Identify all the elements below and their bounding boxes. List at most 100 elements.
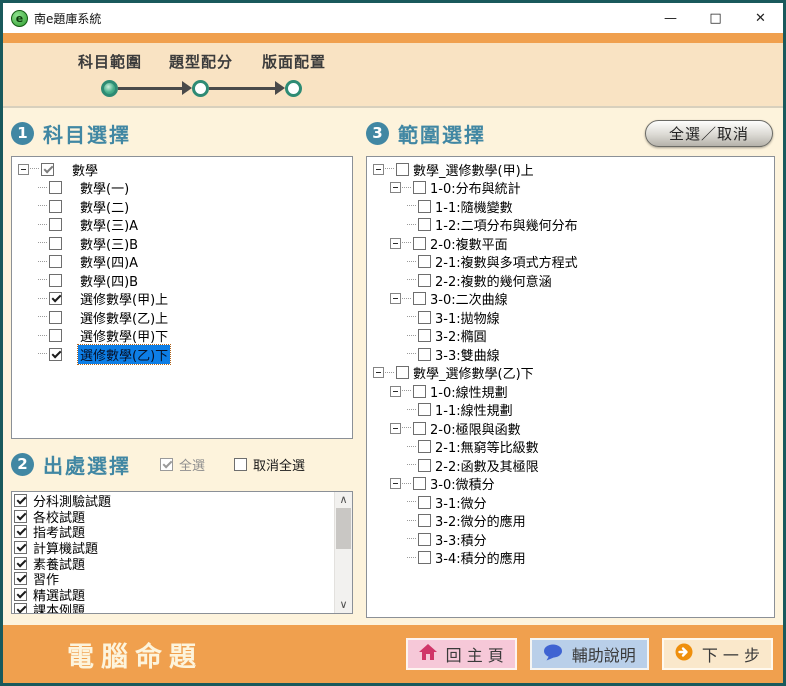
tree-item-label[interactable]: 2-2:函數及其極限 bbox=[433, 456, 541, 475]
select-all-checkbox[interactable]: 全選 bbox=[160, 455, 205, 474]
tree-item[interactable]: 選修數學(乙)下 bbox=[14, 345, 350, 364]
checkbox[interactable] bbox=[418, 440, 431, 453]
checkbox[interactable] bbox=[413, 477, 426, 490]
expander-minus-icon[interactable] bbox=[390, 293, 401, 304]
expander-minus-icon[interactable] bbox=[390, 423, 401, 434]
checkbox[interactable] bbox=[14, 572, 27, 585]
tree-item[interactable]: 3-0:微積分 bbox=[369, 475, 772, 494]
tree-item[interactable]: 3-3:積分 bbox=[369, 530, 772, 549]
checkbox[interactable] bbox=[49, 292, 62, 305]
tree-item-label[interactable]: 數學(二) bbox=[78, 197, 131, 216]
checkbox[interactable] bbox=[49, 218, 62, 231]
tree-item-label[interactable]: 選修數學(乙)上 bbox=[78, 308, 170, 327]
checkbox[interactable] bbox=[418, 348, 431, 361]
scroll-down-icon[interactable]: ∨ bbox=[335, 597, 352, 613]
tree-item-label[interactable]: 3-4:積分的應用 bbox=[433, 548, 528, 567]
tree-item[interactable]: 選修數學(甲)上 bbox=[14, 290, 350, 309]
checkbox[interactable] bbox=[49, 200, 62, 213]
scrollbar-track[interactable] bbox=[335, 508, 352, 597]
checkbox[interactable] bbox=[49, 274, 62, 287]
tree-item[interactable]: 數學(四)B bbox=[14, 271, 350, 290]
tree-item[interactable]: 3-1:拋物線 bbox=[369, 308, 772, 327]
expander-minus-icon[interactable] bbox=[373, 367, 384, 378]
checkbox[interactable] bbox=[49, 311, 62, 324]
help-button[interactable]: 輔助說明 bbox=[530, 638, 649, 670]
deselect-all-checkbox[interactable]: 取消全選 bbox=[234, 455, 305, 474]
checkbox[interactable] bbox=[41, 163, 54, 176]
tree-item[interactable]: 1-2:二項分布與幾何分布 bbox=[369, 216, 772, 235]
tree-item[interactable]: 數學_選修數學(乙)下 bbox=[369, 364, 772, 383]
checkbox[interactable] bbox=[49, 329, 62, 342]
tree-item-label[interactable]: 數學(四)A bbox=[78, 252, 140, 271]
tree-item[interactable]: 3-1:微分 bbox=[369, 493, 772, 512]
tree-item[interactable]: 1-1:線性規劃 bbox=[369, 401, 772, 420]
checkbox[interactable] bbox=[418, 459, 431, 472]
tree-item[interactable]: 數學(二) bbox=[14, 197, 350, 216]
tree-item[interactable]: 選修數學(甲)下 bbox=[14, 327, 350, 346]
tree-item-label[interactable]: 3-0:微積分 bbox=[428, 474, 497, 493]
checkbox[interactable] bbox=[418, 218, 431, 231]
checkbox[interactable] bbox=[14, 510, 27, 523]
tree-item[interactable]: 2-0:極限與函數 bbox=[369, 419, 772, 438]
checkbox[interactable] bbox=[418, 311, 431, 324]
tree-item[interactable]: 數學 bbox=[14, 160, 350, 179]
tree-item[interactable]: 數學(三)A bbox=[14, 216, 350, 235]
tree-item-label[interactable]: 3-3:雙曲線 bbox=[433, 345, 502, 364]
tree-item[interactable]: 2-1:複數與多項式方程式 bbox=[369, 253, 772, 272]
maximize-button[interactable]: □ bbox=[693, 3, 738, 33]
checkbox[interactable] bbox=[413, 385, 426, 398]
tree-item[interactable]: 3-3:雙曲線 bbox=[369, 345, 772, 364]
expander-minus-icon[interactable] bbox=[390, 238, 401, 249]
tree-item-label[interactable]: 選修數學(乙)下 bbox=[78, 345, 170, 364]
tree-item-label[interactable]: 數學 bbox=[70, 160, 100, 179]
tree-item-label[interactable]: 2-2:複數的幾何意涵 bbox=[433, 271, 554, 290]
expander-minus-icon[interactable] bbox=[390, 182, 401, 193]
tree-item[interactable]: 3-4:積分的應用 bbox=[369, 549, 772, 568]
checkbox[interactable] bbox=[413, 422, 426, 435]
tree-item-label[interactable]: 3-2:微分的應用 bbox=[433, 511, 528, 530]
checkbox-checked-disabled[interactable] bbox=[160, 458, 173, 471]
checkbox[interactable] bbox=[418, 496, 431, 509]
checkbox[interactable] bbox=[49, 237, 62, 250]
tree-item-label[interactable]: 2-0:極限與函數 bbox=[428, 419, 523, 438]
checkbox[interactable] bbox=[396, 366, 409, 379]
checkbox[interactable] bbox=[413, 181, 426, 194]
tree-item[interactable]: 2-2:複數的幾何意涵 bbox=[369, 271, 772, 290]
tree-item-label[interactable]: 數學_選修數學(乙)下 bbox=[411, 363, 536, 382]
tree-item-label[interactable]: 數學(三)B bbox=[78, 234, 140, 253]
tree-item-label[interactable]: 3-2:橢圓 bbox=[433, 326, 489, 345]
checkbox[interactable] bbox=[418, 255, 431, 268]
select-toggle-button[interactable]: 全選／取消 bbox=[645, 120, 773, 147]
tree-item[interactable]: 3-0:二次曲線 bbox=[369, 290, 772, 309]
checkbox[interactable] bbox=[418, 329, 431, 342]
tree-item-label[interactable]: 選修數學(甲)上 bbox=[78, 289, 170, 308]
tree-item[interactable]: 1-0:分布與統計 bbox=[369, 179, 772, 198]
tree-item-label[interactable]: 2-1:複數與多項式方程式 bbox=[433, 252, 580, 271]
tree-item-label[interactable]: 2-1:無窮等比級數 bbox=[433, 437, 541, 456]
next-step-button[interactable]: 下 一 步 bbox=[662, 638, 773, 670]
tree-item-label[interactable]: 1-0:線性規劃 bbox=[428, 382, 510, 401]
minimize-button[interactable]: — bbox=[648, 3, 693, 33]
checkbox[interactable] bbox=[396, 163, 409, 176]
checkbox-unchecked[interactable] bbox=[234, 458, 247, 471]
tree-item-label[interactable]: 數學(四)B bbox=[78, 271, 140, 290]
checkbox[interactable] bbox=[14, 588, 27, 601]
checkbox[interactable] bbox=[418, 514, 431, 527]
tree-item-label[interactable]: 3-0:二次曲線 bbox=[428, 289, 510, 308]
checkbox[interactable] bbox=[49, 348, 62, 361]
source-item[interactable]: 素養試題 bbox=[14, 555, 332, 571]
tree-item-label[interactable]: 1-0:分布與統計 bbox=[428, 178, 523, 197]
checkbox[interactable] bbox=[14, 557, 27, 570]
tree-item[interactable]: 3-2:橢圓 bbox=[369, 327, 772, 346]
checkbox[interactable] bbox=[418, 274, 431, 287]
scrollbar-thumb[interactable] bbox=[336, 508, 351, 549]
tree-item[interactable]: 數學(四)A bbox=[14, 253, 350, 272]
checkbox[interactable] bbox=[413, 237, 426, 250]
tree-item-label[interactable]: 數學(三)A bbox=[78, 215, 140, 234]
checkbox[interactable] bbox=[49, 255, 62, 268]
checkbox[interactable] bbox=[14, 494, 27, 507]
tree-item[interactable]: 2-1:無窮等比級數 bbox=[369, 438, 772, 457]
tree-item[interactable]: 1-1:隨機變數 bbox=[369, 197, 772, 216]
checkbox[interactable] bbox=[418, 551, 431, 564]
home-button[interactable]: 回 主 頁 bbox=[406, 638, 517, 670]
